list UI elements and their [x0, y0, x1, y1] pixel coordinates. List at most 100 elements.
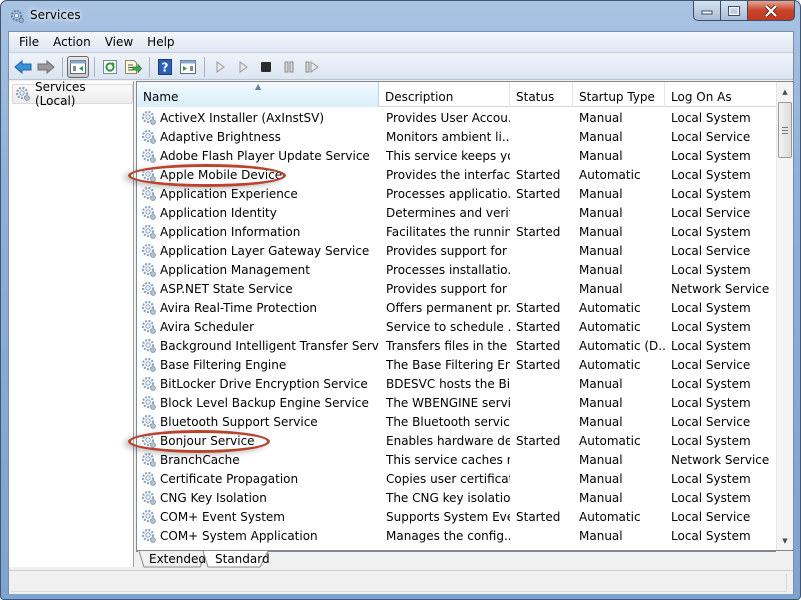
- maximize-button[interactable]: [721, 1, 748, 21]
- service-log-on-as: Local System: [671, 433, 751, 448]
- service-name-cell: Base Filtering Engine: [137, 357, 379, 373]
- service-name: Adaptive Brightness: [160, 129, 281, 144]
- service-description: The WBENGINE servi...: [386, 395, 510, 410]
- tab-label: Extended: [149, 552, 206, 566]
- service-row[interactable]: Base Filtering Engine The Base Filtering …: [137, 355, 777, 374]
- service-row[interactable]: BranchCache This service caches n... Manua…: [137, 450, 777, 469]
- service-row[interactable]: ActiveX Installer (AxInstSV) Provides Use…: [137, 108, 777, 127]
- service-row[interactable]: Application Information Facilitates the r…: [137, 222, 777, 241]
- service-row[interactable]: BitLocker Drive Encryption Service BDESVC…: [137, 374, 777, 393]
- column-header-status[interactable]: Status: [510, 82, 573, 107]
- service-name-cell: BranchCache: [137, 452, 379, 468]
- service-row[interactable]: Certificate Propagation Copies user certi…: [137, 469, 777, 488]
- service-description: Service to schedule ...: [386, 319, 510, 334]
- service-row[interactable]: Bluetooth Support Service The Bluetooth s…: [137, 412, 777, 431]
- scroll-down-button[interactable]: ▼: [777, 532, 793, 549]
- show-hide-action-pane-button[interactable]: [177, 56, 199, 78]
- column-header-name[interactable]: ▲ Name: [137, 82, 379, 107]
- column-header-label: Description: [385, 90, 454, 104]
- column-header-description[interactable]: Description: [379, 82, 510, 107]
- service-log-on-as: Local System: [671, 376, 751, 391]
- service-row[interactable]: Bonjour Service Enables hardware de... Sta…: [137, 431, 777, 450]
- service-description: Provides support for ...: [386, 243, 510, 258]
- toolbar-separator: [94, 56, 95, 77]
- service-status: Started: [516, 224, 561, 239]
- tree-item-services-local[interactable]: Services (Local): [12, 80, 133, 108]
- service-description: Offers permanent pr...: [386, 300, 510, 315]
- help-button[interactable]: ?: [154, 56, 176, 78]
- service-gear-icon: [141, 528, 156, 543]
- start-service-button[interactable]: [209, 56, 231, 78]
- pause-service-button[interactable]: [278, 56, 300, 78]
- export-list-button[interactable]: [122, 56, 144, 78]
- title-bar[interactable]: Services: [1, 1, 800, 31]
- stop-service-button[interactable]: [255, 56, 277, 78]
- service-startup-type: Manual: [579, 528, 623, 543]
- status-bar-panel: [11, 574, 787, 592]
- menu-action[interactable]: Action: [46, 32, 98, 53]
- column-header-label: Log On As: [671, 90, 732, 104]
- start-service-alt-button[interactable]: [232, 56, 254, 78]
- service-row[interactable]: COM+ Event System Supports System Eve... S…: [137, 507, 777, 526]
- forward-button[interactable]: [35, 56, 57, 78]
- service-row[interactable]: Adaptive Brightness Monitors ambient li..…: [137, 127, 777, 146]
- vertical-scrollbar[interactable]: ▲ ▼: [776, 82, 793, 550]
- menu-view[interactable]: View: [98, 32, 140, 53]
- column-header-startup-type[interactable]: Startup Type: [573, 82, 665, 107]
- service-startup-type: Manual: [579, 186, 623, 201]
- forward-arrow-icon: [37, 59, 55, 74]
- service-startup-type: Manual: [579, 205, 623, 220]
- service-name-cell: Application Information: [137, 224, 379, 240]
- service-log-on-as: Local Service: [671, 129, 751, 144]
- service-row[interactable]: Background Intelligent Transfer Service T…: [137, 336, 777, 355]
- service-row[interactable]: Application Layer Gateway Service Provide…: [137, 241, 777, 260]
- minimize-button[interactable]: [693, 1, 721, 21]
- service-row[interactable]: Application Identity Determines and verif…: [137, 203, 777, 222]
- close-button[interactable]: [748, 1, 795, 21]
- service-description: Copies user certificat...: [386, 471, 510, 486]
- service-name: Application Layer Gateway Service: [160, 243, 370, 258]
- column-header-label: Startup Type: [579, 90, 655, 104]
- service-description: Supports System Eve...: [386, 509, 510, 524]
- maximize-icon: [728, 5, 740, 16]
- show-hide-console-tree-button[interactable]: [67, 55, 89, 78]
- service-name: Adobe Flash Player Update Service: [160, 148, 370, 163]
- menu-help[interactable]: Help: [140, 32, 181, 53]
- services-list: ▲ Name Description Status Startup Type L…: [136, 81, 793, 551]
- service-row[interactable]: Apple Mobile Device Provides the interfac…: [137, 165, 777, 184]
- restart-service-button[interactable]: [301, 56, 323, 78]
- service-row[interactable]: Block Level Backup Engine Service The WBE…: [137, 393, 777, 412]
- service-name-cell: CNG Key Isolation: [137, 490, 379, 506]
- back-button[interactable]: [12, 56, 34, 78]
- column-header-log-on-as[interactable]: Log On As: [665, 82, 777, 107]
- service-gear-icon: [141, 395, 156, 410]
- service-row[interactable]: Application Experience Processes applicat…: [137, 184, 777, 203]
- menu-file[interactable]: File: [12, 32, 46, 53]
- service-name: Apple Mobile Device: [160, 167, 283, 182]
- show-hide-action-pane-icon: [180, 59, 196, 74]
- service-name: Base Filtering Engine: [160, 357, 287, 372]
- scroll-thumb[interactable]: [778, 102, 792, 158]
- service-name: CNG Key Isolation: [160, 490, 267, 505]
- service-gear-icon: [141, 186, 156, 201]
- service-row[interactable]: Avira Real-Time Protection Offers permane…: [137, 298, 777, 317]
- service-row[interactable]: Adobe Flash Player Update Service This se…: [137, 146, 777, 165]
- service-log-on-as: Local Service: [671, 414, 751, 429]
- service-name: BranchCache: [160, 452, 240, 467]
- service-gear-icon: [141, 243, 156, 258]
- service-row[interactable]: Avira Scheduler Service to schedule ... St…: [137, 317, 777, 336]
- refresh-button[interactable]: [99, 56, 121, 78]
- service-name: Application Identity: [160, 205, 277, 220]
- tab-extended[interactable]: Extended: [138, 551, 208, 568]
- service-row[interactable]: COM+ System Application Manages the confi…: [137, 526, 777, 545]
- tab-standard[interactable]: Standard: [202, 551, 270, 568]
- service-log-on-as: Local System: [671, 224, 751, 239]
- service-status: Started: [516, 509, 561, 524]
- service-row[interactable]: ASP.NET State Service Provides support fo…: [137, 279, 777, 298]
- service-row[interactable]: CNG Key Isolation The CNG key isolatio...…: [137, 488, 777, 507]
- service-name: Avira Real-Time Protection: [160, 300, 318, 315]
- start-service-alt-icon: [239, 60, 248, 73]
- service-row[interactable]: Application Management Processes installa…: [137, 260, 777, 279]
- scroll-up-button[interactable]: ▲: [777, 83, 793, 100]
- service-startup-type: Manual: [579, 395, 623, 410]
